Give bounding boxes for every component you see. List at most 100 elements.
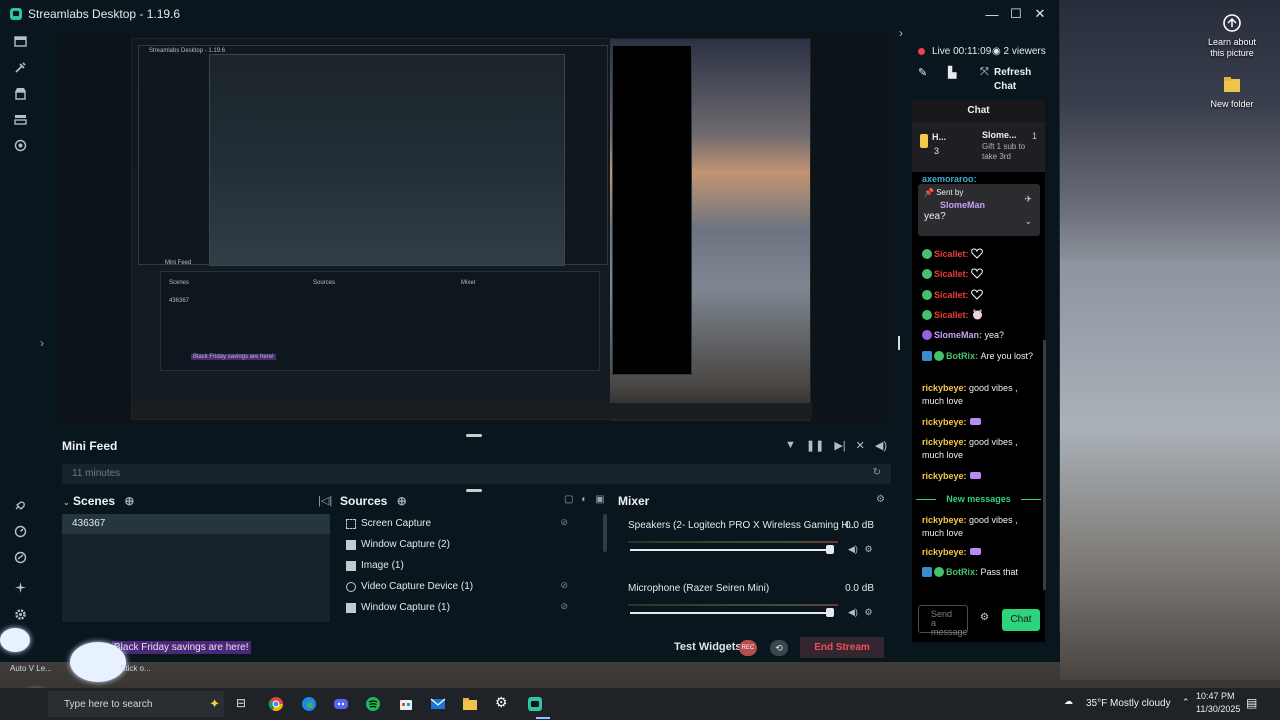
chat-username[interactable]: Sicallet: [934,249,971,259]
mail-icon[interactable] [430,696,446,712]
pinned-message[interactable]: 📌 Sent by SlomeMan yea? ✈ ⌄ [918,184,1040,236]
weather-text[interactable]: 35°F Mostly cloudy [1086,698,1171,709]
visibility-hidden-icon[interactable]: ⊘ [560,601,568,612]
streamlabs-app-icon[interactable] [527,696,543,712]
spotify-icon[interactable] [365,696,381,712]
chat-username[interactable]: SlomeMan: [934,330,985,340]
source-visibility-icon[interactable]: ◐ [581,494,587,505]
hype-train-banner[interactable]: H... 3 Slome... 1 Gift 1 sub to take 3rd [912,122,1045,172]
chat-username[interactable]: Sicallet: [934,310,971,320]
mixer-item-settings-icon[interactable]: ⚙ [864,607,872,617]
chat-username[interactable]: BotRix: [946,351,981,361]
visibility-hidden-icon[interactable]: ⊘ [560,580,568,591]
stream-preview[interactable]: Streamlabs Desktop - 1.19.6 Mini Feed Sc… [57,34,891,426]
grow-icon[interactable] [14,551,27,564]
task-view-icon[interactable]: ⊟ [236,696,252,712]
edit-stream-icon[interactable]: ✎ [918,66,927,79]
mute-icon[interactable]: ◀) [848,544,858,554]
expand-pinned-icon[interactable]: ⌄ [1024,216,1032,227]
promo-banner[interactable]: Black Friday savings are here! [112,641,251,654]
volume-slider[interactable] [630,612,834,614]
chat-scrollbar[interactable] [1043,340,1046,590]
chat-send-button[interactable]: Chat [1002,609,1040,631]
discord-icon[interactable] [333,696,349,712]
filter-icon[interactable]: ▼ [785,439,796,452]
new-messages-divider[interactable]: New messages [912,492,1045,506]
editor-icon[interactable] [14,35,27,48]
mute-icon[interactable]: ◀) [848,607,858,617]
taskbar-search[interactable]: Type here to search ✦ [48,691,224,717]
refresh-chat-icon[interactable]: ⤧ [980,66,989,79]
mixer-settings-icon[interactable]: ⚙ [876,494,885,505]
tray-chevron-icon[interactable]: ⌃ [1182,697,1190,708]
source-item[interactable]: Window Capture (2) [340,535,602,555]
highlighter-icon[interactable] [14,139,27,152]
sources-scrollbar[interactable] [603,514,607,552]
end-stream-button[interactable]: End Stream [800,637,884,658]
chat-username[interactable]: rickybeye: [922,515,969,525]
expand-left-arrow-icon[interactable]: › [40,336,44,350]
integrations-icon[interactable] [14,499,27,512]
add-source-icon[interactable]: ⊕ [397,494,407,508]
source-item[interactable]: Image (1) [340,556,602,576]
source-item[interactable]: Video Capture Device (1) ⊘ [340,577,602,597]
chat-username[interactable]: rickybeye: [922,437,969,447]
chat-username[interactable]: rickybeye: [922,547,969,557]
source-item[interactable]: Window Capture (1) ⊘ [340,598,602,618]
minimize-button[interactable]: — [981,0,1003,28]
file-explorer-icon[interactable] [462,696,478,712]
settings-icon[interactable] [14,608,27,621]
chrome-icon[interactable] [268,696,284,712]
popout-chat-icon[interactable]: ▙ [948,66,956,79]
scenes-collapse-icon[interactable]: ⌄ [63,498,70,507]
scene-item[interactable]: 436367 [62,514,330,534]
mixer-item-settings-icon[interactable]: ⚙ [864,544,872,554]
resize-handle[interactable] [466,489,482,492]
volume-slider[interactable] [630,549,834,551]
edge-icon[interactable] [301,696,317,712]
chat-username[interactable]: BotRix: [946,567,981,577]
weather-icon[interactable]: ☁ [1064,696,1073,707]
visibility-hidden-icon[interactable]: ⊘ [560,517,568,528]
store-app-icon[interactable] [398,696,414,712]
clock-date[interactable]: 11/30/2025 [1196,704,1240,714]
store-icon[interactable] [14,87,27,100]
panel-resize-handle[interactable] [898,336,900,350]
dashboard-icon[interactable] [14,525,27,538]
chat-username[interactable]: rickybeye: [922,383,969,393]
apps-icon[interactable] [14,581,27,594]
record-button[interactable]: REC [739,640,757,656]
desktop-icon-learn-about-picture[interactable]: Learn about this picture [1200,12,1264,59]
volume-icon[interactable]: ◀) [875,439,887,452]
chat-username[interactable]: rickybeye: [922,417,969,427]
source-properties-icon[interactable]: ▣ [595,494,604,505]
close-button[interactable]: ✕ [1029,0,1051,28]
clock-time[interactable]: 10:47 PM [1196,691,1235,701]
chat-settings-icon[interactable]: ⚙ [980,612,989,623]
replay-buffer-icon[interactable]: ⟲ [770,640,788,656]
chat-username[interactable]: rickybeye: [922,471,969,481]
source-item[interactable]: Screen Capture ⊘ [340,514,602,534]
refresh-feed-icon[interactable]: ↻ [873,467,881,478]
skip-icon[interactable]: ▶| [834,439,845,452]
source-selector-icon[interactable]: |◁| [318,494,332,507]
collapse-right-arrow-icon[interactable]: › [899,26,903,40]
refresh-chat-button[interactable]: Refresh Chat [994,66,1046,94]
notifications-icon[interactable]: ▤ [1246,696,1257,710]
add-scene-icon[interactable]: ⊕ [124,494,134,508]
volume-slider-knob[interactable] [826,545,834,554]
settings-app-icon[interactable]: ⚙ [495,694,511,710]
chat-message-input[interactable]: Send a message [918,605,968,637]
chat-username[interactable]: Sicallet: [934,269,971,279]
search-input[interactable]: Type here to search [64,699,152,710]
unpin-icon[interactable]: ✈ [1024,194,1032,205]
desktop-icon-new-folder[interactable]: New folder [1200,74,1264,110]
maximize-button[interactable]: ☐ [1005,0,1027,28]
volume-slider-knob[interactable] [826,608,834,617]
layout-icon[interactable] [14,113,27,126]
chat-username[interactable]: Sicallet: [934,290,971,300]
group-source-icon[interactable]: ▢ [564,494,573,505]
mute-alerts-icon[interactable]: ✕ [856,439,865,452]
test-widgets-button[interactable]: Test Widgets [674,641,742,653]
themes-icon[interactable] [14,61,27,74]
